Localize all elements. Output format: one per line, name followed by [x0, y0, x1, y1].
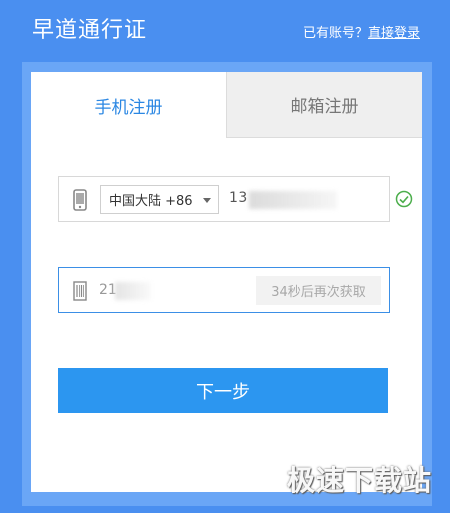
region-select[interactable]: 中国大陆 +86 [100, 185, 219, 214]
tab-phone-register[interactable]: 手机注册 [31, 72, 226, 138]
phone-blur [249, 191, 337, 209]
login-hint: 已有账号？直接登录 [303, 22, 420, 41]
brand-title: 早道通行证 [32, 18, 148, 43]
resend-code-button[interactable]: 34秒后再次获取 [256, 276, 381, 305]
tab-bar: 手机注册 邮箱注册 [31, 72, 422, 138]
code-blur [115, 282, 151, 300]
tab-email-register[interactable]: 邮箱注册 [226, 72, 422, 138]
header: 早道通行证 已有账号？直接登录 [0, 0, 450, 62]
phone-field[interactable]: 中国大陆 +86 13 [58, 176, 390, 222]
code-field[interactable]: 21 34秒后再次获取 [58, 267, 390, 313]
barcode-icon [73, 281, 87, 301]
region-value: 中国大陆 +86 [109, 194, 193, 209]
watermark: 极速下载站 [286, 464, 432, 497]
phone-icon [73, 189, 87, 211]
login-link[interactable]: 直接登录 [368, 26, 420, 41]
check-circle-icon [395, 190, 413, 208]
phone-input[interactable]: 13 [229, 190, 248, 206]
login-prompt: 已有账号？ [302, 26, 368, 41]
register-card: 手机注册 邮箱注册 中国大陆 +86 13 21 34秒后再次获取 下一步 [31, 72, 422, 492]
next-step-button[interactable]: 下一步 [58, 368, 388, 413]
chevron-down-icon [203, 198, 211, 203]
